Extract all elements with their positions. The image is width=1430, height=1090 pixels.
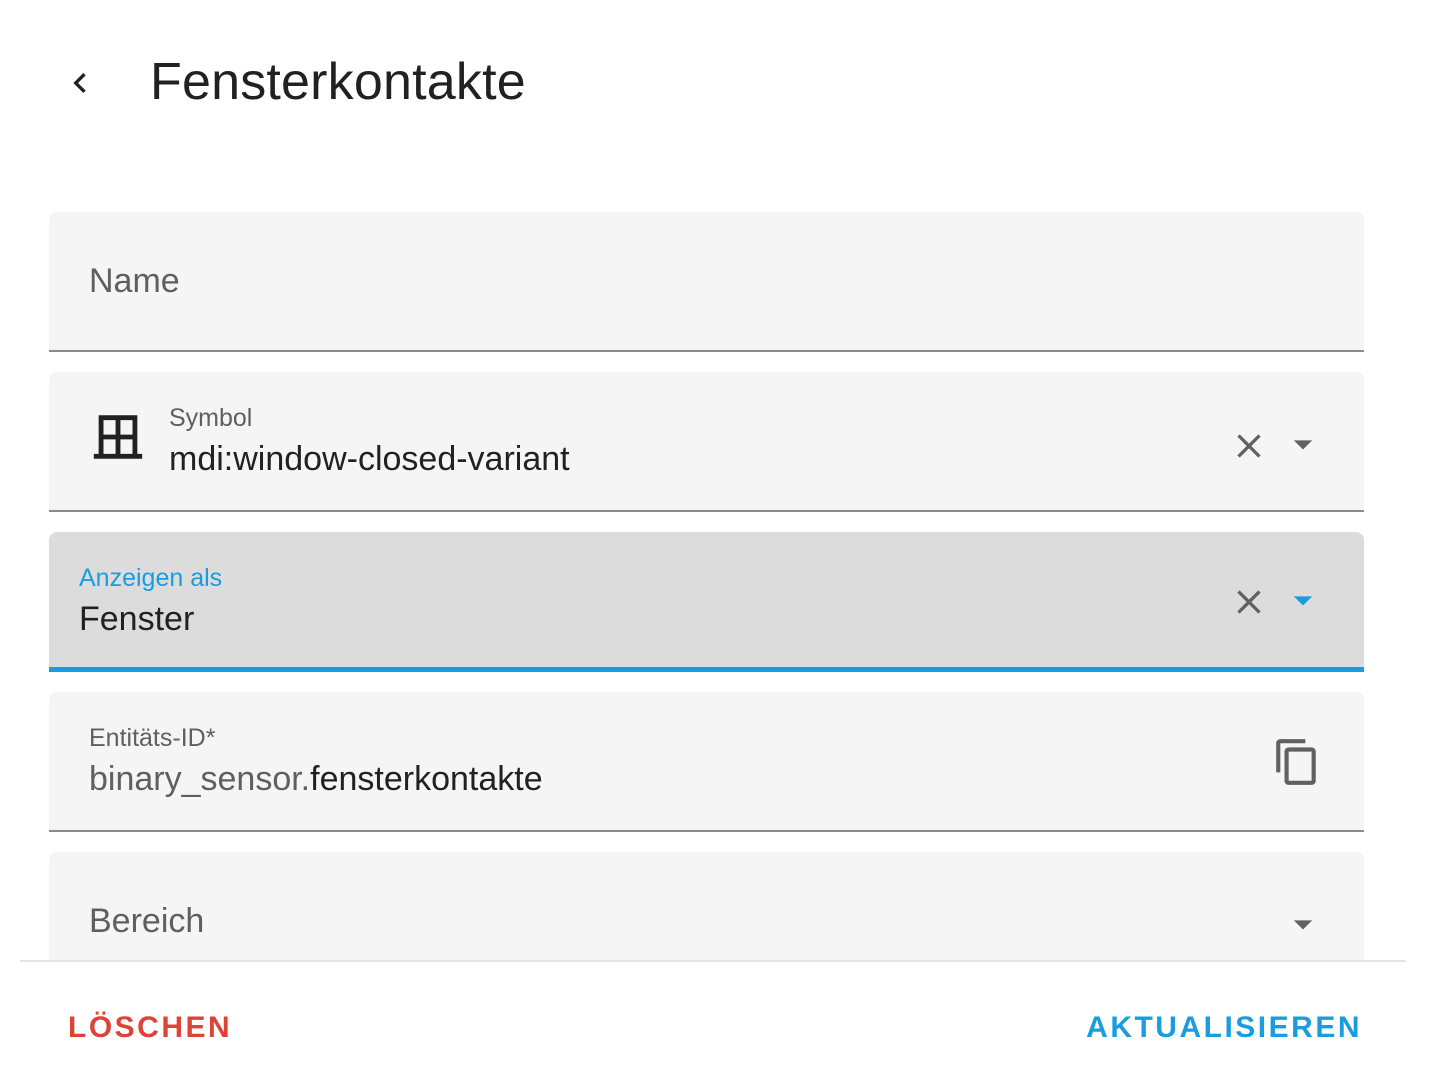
menu-down-icon bbox=[1293, 920, 1313, 930]
menu-down-icon bbox=[1293, 440, 1313, 450]
icon-field-value: mdi:window-closed-variant bbox=[169, 440, 570, 478]
icon-picker-field[interactable]: Symbol mdi:window-closed-variant bbox=[49, 372, 1364, 512]
chevron-left-icon bbox=[73, 73, 86, 93]
area-dropdown-button[interactable] bbox=[1281, 902, 1325, 946]
area-field[interactable]: Bereich bbox=[49, 852, 1364, 960]
show-as-value: Fenster bbox=[79, 600, 195, 638]
window-closed-variant-icon bbox=[89, 408, 147, 471]
entity-id-prefix: binary_sensor. bbox=[89, 760, 311, 798]
name-placeholder: Name bbox=[89, 262, 180, 300]
area-placeholder: Bereich bbox=[89, 902, 205, 940]
close-icon bbox=[1237, 590, 1261, 614]
icon-field-label: Symbol bbox=[169, 404, 253, 432]
name-field[interactable]: Name bbox=[49, 212, 1364, 352]
show-as-clear-button[interactable] bbox=[1225, 578, 1273, 626]
close-icon bbox=[1237, 434, 1261, 458]
show-as-label: Anzeigen als bbox=[79, 564, 223, 592]
dialog-title: Fensterkontakte bbox=[150, 53, 526, 111]
entity-id-value: fensterkontakte bbox=[310, 760, 543, 798]
menu-down-icon bbox=[1293, 596, 1313, 606]
icon-clear-button[interactable] bbox=[1225, 422, 1273, 470]
dialog-header: Fensterkontakte bbox=[0, 0, 1430, 170]
copy-entity-id-button[interactable] bbox=[1271, 736, 1323, 788]
entity-id-label: Entitäts-ID* bbox=[89, 724, 216, 752]
entity-id-field[interactable]: Entitäts-ID* binary_sensor.fensterkontak… bbox=[49, 692, 1364, 832]
actions-divider bbox=[20, 960, 1406, 962]
icon-dropdown-button[interactable] bbox=[1281, 422, 1325, 466]
content-copy-icon bbox=[1276, 739, 1316, 785]
entity-id-value-wrapper: binary_sensor.fensterkontakte bbox=[89, 760, 543, 799]
show-as-dropdown-button[interactable] bbox=[1281, 578, 1325, 622]
back-button[interactable] bbox=[52, 55, 108, 111]
show-as-field[interactable]: Anzeigen als Fenster bbox=[49, 532, 1364, 672]
delete-button[interactable]: LÖSCHEN bbox=[68, 1008, 232, 1048]
update-button[interactable]: AKTUALISIEREN bbox=[1086, 1008, 1362, 1048]
